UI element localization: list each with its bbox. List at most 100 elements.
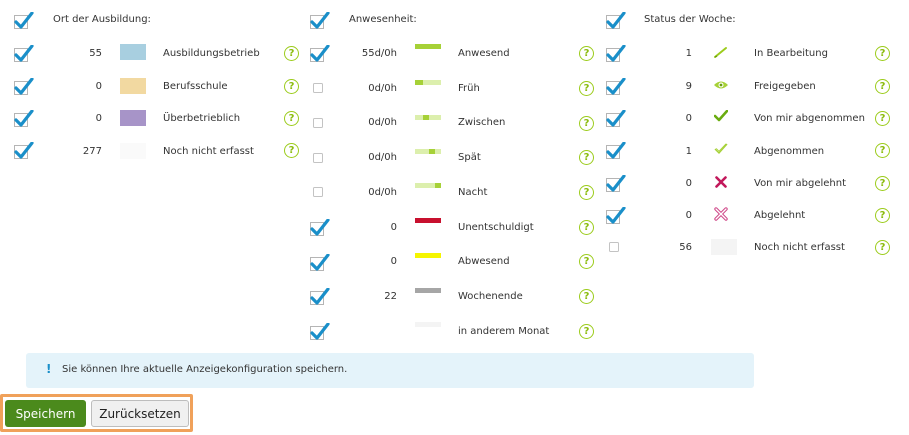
info-banner: ! Sie können Ihre aktuelle Anzeigekonfig… xyxy=(26,353,754,388)
wochenende-checkbox[interactable] xyxy=(310,288,330,308)
wochenende-count: 22 xyxy=(384,291,397,302)
anwesenheit-section-title: Anwesenheit: xyxy=(349,14,417,25)
abgenommen-checkbox[interactable] xyxy=(606,142,626,162)
ort-ausbildungsbetrieb-count: 55 xyxy=(89,48,102,59)
von-mir-abgelehnt-count: 0 xyxy=(685,178,692,189)
help-icon[interactable]: ? xyxy=(284,111,299,126)
abwesend-checkbox[interactable] xyxy=(310,254,330,274)
anwesend-count: 55d/0h xyxy=(361,48,397,59)
anderer-monat-bar xyxy=(415,322,441,327)
help-icon[interactable]: ? xyxy=(284,143,299,158)
ort-nicht-erfasst-label: Noch nicht erfasst xyxy=(163,146,254,157)
help-icon[interactable]: ? xyxy=(579,81,594,96)
save-button[interactable]: Speichern xyxy=(5,400,86,427)
frueh-label: Früh xyxy=(458,83,480,94)
zwischen-checkbox[interactable] xyxy=(310,115,330,135)
help-icon[interactable]: ? xyxy=(284,79,299,94)
help-icon[interactable]: ? xyxy=(579,185,594,200)
select-all-status-checkbox[interactable] xyxy=(606,12,626,32)
ueberbetrieblich-swatch xyxy=(120,110,146,126)
info-text: Sie können Ihre aktuelle Anzeigekonfigur… xyxy=(62,364,348,375)
help-icon[interactable]: ? xyxy=(579,254,594,269)
help-icon[interactable]: ? xyxy=(579,289,594,304)
help-icon[interactable]: ? xyxy=(579,220,594,235)
anderer-monat-checkbox[interactable] xyxy=(310,323,330,343)
pencil-icon xyxy=(713,45,729,62)
von-mir-abgelehnt-checkbox[interactable] xyxy=(606,175,626,195)
ausbildungsbetrieb-swatch xyxy=(120,44,146,60)
unentschuldigt-count: 0 xyxy=(390,222,397,233)
unentschuldigt-checkbox[interactable] xyxy=(310,219,330,239)
spaet-bar xyxy=(415,149,441,154)
wochenende-label: Wochenende xyxy=(458,291,523,302)
abgelehnt-count: 0 xyxy=(685,210,692,221)
status-nicht-erfasst-swatch xyxy=(711,239,737,255)
help-icon[interactable]: ? xyxy=(579,46,594,61)
help-icon[interactable]: ? xyxy=(875,176,890,191)
abgelehnt-checkbox[interactable] xyxy=(606,207,626,227)
abgelehnt-label: Abgelehnt xyxy=(754,210,806,221)
help-icon[interactable]: ? xyxy=(875,46,890,61)
help-icon[interactable]: ? xyxy=(875,79,890,94)
nicht-erfasst-swatch xyxy=(120,143,146,159)
in-bearbeitung-label: In Bearbeitung xyxy=(754,48,828,59)
status-nicht-erfasst-checkbox[interactable] xyxy=(606,239,626,259)
unentschuldigt-label: Unentschuldigt xyxy=(458,222,534,233)
check-outline-icon xyxy=(714,143,728,158)
reset-button[interactable]: Zurücksetzen xyxy=(91,400,189,427)
abgenommen-label: Abgenommen xyxy=(754,146,825,157)
zwischen-count: 0d/0h xyxy=(368,117,397,128)
zwischen-bar xyxy=(415,115,441,120)
spaet-label: Spät xyxy=(458,152,481,163)
freigegeben-checkbox[interactable] xyxy=(606,78,626,98)
abgenommen-count: 1 xyxy=(685,146,692,157)
spaet-count: 0d/0h xyxy=(368,152,397,163)
help-icon[interactable]: ? xyxy=(579,324,594,339)
ort-ueberbetrieblich-checkbox[interactable] xyxy=(14,110,34,130)
help-icon[interactable]: ? xyxy=(875,143,890,158)
status-nicht-erfasst-label: Noch nicht erfasst xyxy=(754,242,845,253)
von-mir-abgenommen-checkbox[interactable] xyxy=(606,110,626,130)
ort-ueberbetrieblich-count: 0 xyxy=(95,113,102,124)
von-mir-abgenommen-label: Von mir abgenommen xyxy=(754,113,865,124)
select-all-anwesenheit-checkbox[interactable] xyxy=(310,12,330,32)
in-bearbeitung-checkbox[interactable] xyxy=(606,45,626,65)
help-icon[interactable]: ? xyxy=(579,150,594,165)
von-mir-abgelehnt-label: Von mir abgelehnt xyxy=(754,178,847,189)
unentschuldigt-bar xyxy=(415,218,441,223)
status-nicht-erfasst-count: 56 xyxy=(679,242,692,253)
frueh-checkbox[interactable] xyxy=(310,80,330,100)
anwesend-checkbox[interactable] xyxy=(310,45,330,65)
von-mir-abgenommen-count: 0 xyxy=(685,113,692,124)
spaet-checkbox[interactable] xyxy=(310,150,330,170)
ort-ueberbetrieblich-label: Überbetrieblich xyxy=(163,113,241,124)
freigegeben-count: 9 xyxy=(685,81,692,92)
nacht-bar xyxy=(415,183,441,188)
ort-berufsschule-checkbox[interactable] xyxy=(14,78,34,98)
nacht-label: Nacht xyxy=(458,187,488,198)
frueh-bar xyxy=(415,80,441,85)
help-icon[interactable]: ? xyxy=(875,111,890,126)
ort-ausbildungsbetrieb-label: Ausbildungsbetrieb xyxy=(163,48,260,59)
check-icon xyxy=(713,109,729,125)
help-icon[interactable]: ? xyxy=(875,208,890,223)
info-icon: ! xyxy=(46,362,52,376)
nacht-count: 0d/0h xyxy=(368,187,397,198)
ort-berufsschule-count: 0 xyxy=(95,81,102,92)
anwesend-label: Anwesend xyxy=(458,48,510,59)
help-icon[interactable]: ? xyxy=(284,46,299,61)
cross-icon xyxy=(715,176,727,191)
status-section-title: Status der Woche: xyxy=(644,14,736,25)
help-icon[interactable]: ? xyxy=(875,240,890,255)
ort-nicht-erfasst-checkbox[interactable] xyxy=(14,142,34,162)
help-icon[interactable]: ? xyxy=(579,116,594,131)
ort-ausbildungsbetrieb-checkbox[interactable] xyxy=(14,45,34,65)
ort-section-title: Ort der Ausbildung: xyxy=(53,14,151,25)
abwesend-count: 0 xyxy=(390,256,397,267)
abwesend-bar xyxy=(415,253,441,258)
frueh-count: 0d/0h xyxy=(368,83,397,94)
select-all-ort-checkbox[interactable] xyxy=(14,12,34,32)
zwischen-label: Zwischen xyxy=(458,117,506,128)
cross-outline-icon xyxy=(714,207,728,224)
nacht-checkbox[interactable] xyxy=(310,184,330,204)
